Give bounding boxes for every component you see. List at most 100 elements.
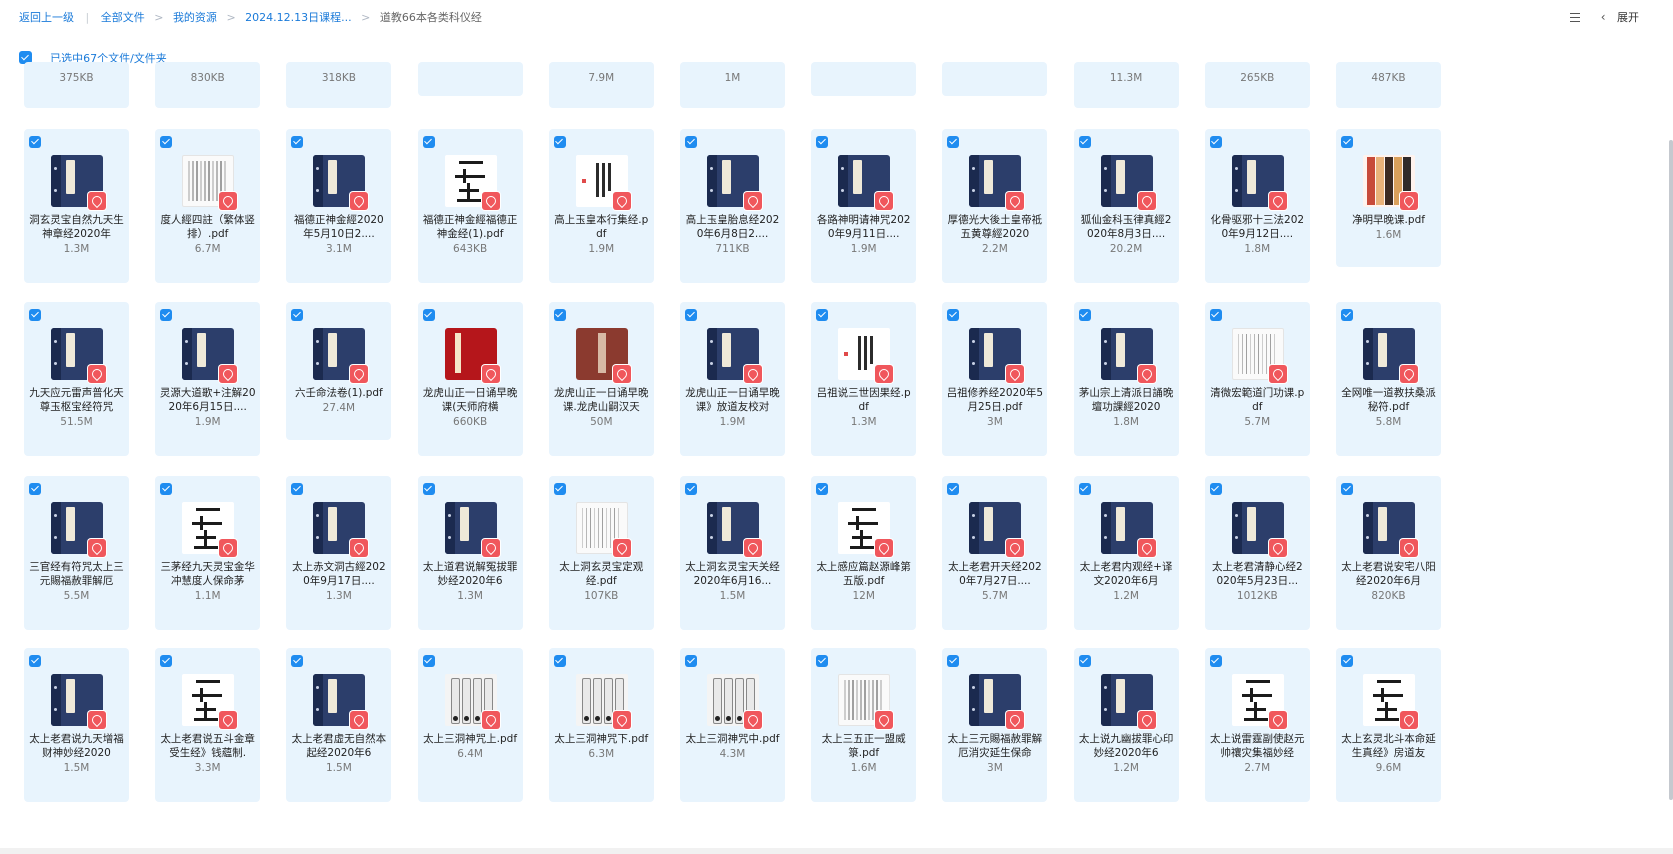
file-card-partial[interactable]: 7.9M: [548, 62, 654, 108]
file-checkbox[interactable]: [160, 655, 173, 667]
file-checkbox[interactable]: [816, 655, 829, 667]
file-card[interactable]: 太上玄灵北斗本命延生真经》房道友 9.6M: [1336, 648, 1441, 802]
file-card-partial[interactable]: [811, 62, 917, 96]
file-card[interactable]: 龙虎山正一日诵早晚课》放道友校对 1.9M: [680, 302, 785, 456]
file-card-partial[interactable]: 318KB: [286, 62, 392, 108]
file-checkbox[interactable]: [947, 483, 960, 495]
file-card[interactable]: 茅山宗上清派日誦晚壇功課經2020 1.8M: [1073, 302, 1179, 456]
file-card[interactable]: 龙虎山正一日诵早晚课.龙虎山嗣汉天 50M: [548, 302, 654, 456]
file-checkbox[interactable]: [291, 136, 304, 148]
file-card[interactable]: 太上三元賜福赦罪解厄消灾延生保命 3M: [942, 648, 1048, 802]
file-card-partial[interactable]: [942, 62, 1048, 96]
file-checkbox[interactable]: [947, 136, 960, 148]
file-card[interactable]: 三茅经九天灵宝金华冲慧度人保命茅 1.1M: [155, 476, 261, 630]
file-checkbox[interactable]: [685, 136, 697, 148]
file-checkbox[interactable]: [1341, 655, 1353, 667]
file-checkbox[interactable]: [1341, 136, 1353, 148]
file-card[interactable]: 太上三洞神咒中.pdf 4.3M: [680, 648, 785, 802]
file-checkbox[interactable]: [1078, 655, 1091, 667]
file-card[interactable]: 灵源大道歌+注解2020年6月15日.... 1.9M: [155, 302, 261, 456]
file-checkbox[interactable]: [160, 136, 173, 148]
file-checkbox[interactable]: [1078, 309, 1091, 321]
file-card[interactable]: 福德正神金經福德正神金经(1).pdf 643KB: [417, 129, 523, 283]
file-checkbox[interactable]: [422, 655, 435, 667]
file-card[interactable]: 三官经有符咒太上三元賜福赦罪解厄 5.5M: [24, 476, 129, 630]
file-card[interactable]: 净明早晚课.pdf 1.6M: [1336, 129, 1441, 267]
file-card-partial[interactable]: 1M: [680, 62, 785, 108]
file-card[interactable]: 厚德光大後土皇帝祗五黄尊經2020 2.2M: [942, 129, 1048, 283]
file-checkbox[interactable]: [685, 483, 697, 495]
file-card-partial[interactable]: 830KB: [155, 62, 261, 108]
file-checkbox[interactable]: [29, 136, 41, 148]
file-checkbox[interactable]: [816, 309, 829, 321]
file-checkbox[interactable]: [1209, 136, 1222, 148]
file-card[interactable]: 太上洞玄灵宝定观经.pdf 107KB: [548, 476, 654, 630]
file-checkbox[interactable]: [291, 483, 304, 495]
file-card[interactable]: 太上三五正一盟威箓.pdf 1.6M: [811, 648, 917, 802]
file-card[interactable]: 太上老君说五斗金章受生经》钱蘊制. 3.3M: [155, 648, 261, 802]
file-card[interactable]: 度人經四註（繁体竖排）.pdf 6.7M: [155, 129, 261, 283]
file-checkbox[interactable]: [553, 483, 566, 495]
file-checkbox[interactable]: [553, 655, 566, 667]
file-checkbox[interactable]: [1209, 309, 1222, 321]
file-checkbox[interactable]: [816, 136, 829, 148]
file-card[interactable]: 龙虎山正一日诵早晚课(天师府横 660KB: [417, 302, 523, 456]
file-card[interactable]: 清微宏範道门功课.pdf 5.7M: [1204, 302, 1310, 456]
file-checkbox[interactable]: [1209, 483, 1222, 495]
file-card-partial[interactable]: 375KB: [24, 62, 129, 108]
file-card[interactable]: 太上感应篇赵源峰第五版.pdf 12M: [811, 476, 917, 630]
file-checkbox[interactable]: [1078, 136, 1091, 148]
file-checkbox[interactable]: [422, 309, 435, 321]
file-card[interactable]: 太上老君清静心经2020年5月23日... 1012KB: [1204, 476, 1310, 630]
file-card[interactable]: 六壬命法卷(1).pdf 27.4M: [286, 302, 392, 440]
file-card[interactable]: 太上老君虛无自然本起经2020年6 1.5M: [286, 648, 392, 802]
file-card[interactable]: 高上玉皇胎息经2020年6月8日2.... 711KB: [680, 129, 785, 283]
file-card-partial[interactable]: 265KB: [1204, 62, 1310, 108]
file-checkbox[interactable]: [553, 136, 566, 148]
horizontal-scrollbar[interactable]: [0, 848, 1673, 854]
file-card[interactable]: 吕祖修养经2020年5月25日.pdf 3M: [942, 302, 1048, 456]
file-checkbox[interactable]: [947, 309, 960, 321]
file-checkbox[interactable]: [160, 483, 173, 495]
file-checkbox[interactable]: [29, 655, 41, 667]
file-checkbox[interactable]: [947, 655, 960, 667]
file-checkbox[interactable]: [422, 483, 435, 495]
file-checkbox[interactable]: [160, 309, 173, 321]
file-card-partial[interactable]: [417, 62, 523, 96]
file-card[interactable]: 太上洞玄灵宝天关经2020年6月16... 1.5M: [680, 476, 785, 630]
file-checkbox[interactable]: [685, 655, 697, 667]
file-card-partial[interactable]: 487KB: [1336, 62, 1441, 108]
file-checkbox[interactable]: [816, 483, 829, 495]
file-checkbox[interactable]: [1341, 309, 1353, 321]
file-card[interactable]: 洞玄灵宝自然九天生神章经2020年 1.3M: [24, 129, 129, 283]
file-card[interactable]: 吕祖说三世因果经.pdf 1.3M: [811, 302, 917, 456]
file-card[interactable]: 各路神明请神咒2020年9月11日.... 1.9M: [811, 129, 917, 283]
file-card[interactable]: 太上老君说安宅八阳经2020年6月 820KB: [1336, 476, 1441, 630]
file-card[interactable]: 狐仙金科玉律真經2020年8月3日.... 20.2M: [1073, 129, 1179, 283]
file-checkbox[interactable]: [1078, 483, 1091, 495]
file-checkbox[interactable]: [1209, 655, 1222, 667]
file-checkbox[interactable]: [29, 483, 41, 495]
file-card[interactable]: 太上说雷霆副使赵元帅禳灾集福妙经 2.7M: [1204, 648, 1310, 802]
file-card[interactable]: 高上玉皇本行集经.pdf 1.9M: [548, 129, 654, 283]
file-checkbox[interactable]: [29, 309, 41, 321]
file-checkbox[interactable]: [422, 136, 435, 148]
file-checkbox[interactable]: [685, 309, 697, 321]
file-card[interactable]: 福德正神金經2020年5月10日2.... 3.1M: [286, 129, 392, 283]
file-card[interactable]: 太上说九幽拔罪心印妙经2020年6 1.2M: [1073, 648, 1179, 802]
file-checkbox[interactable]: [1341, 483, 1353, 495]
file-card[interactable]: 全网唯一道教扶桑派秘符.pdf 5.8M: [1336, 302, 1441, 456]
file-card[interactable]: 太上三洞神咒下.pdf 6.3M: [548, 648, 654, 802]
file-card[interactable]: 太上老君内观经+译文2020年6月 1.2M: [1073, 476, 1179, 630]
file-checkbox[interactable]: [553, 309, 566, 321]
file-card[interactable]: 化骨驱邪十三法2020年9月12日.... 1.8M: [1204, 129, 1310, 283]
file-checkbox[interactable]: [291, 309, 304, 321]
file-card[interactable]: 太上三洞神咒上.pdf 6.4M: [417, 648, 523, 802]
file-card[interactable]: 太上老君说九天增福财神妙经2020 1.5M: [24, 648, 129, 802]
file-card[interactable]: 太上赤文洞古經2020年9月17日.... 1.3M: [286, 476, 392, 630]
file-checkbox[interactable]: [291, 655, 304, 667]
vertical-scrollbar[interactable]: [1669, 140, 1673, 800]
file-card-partial[interactable]: 11.3M: [1073, 62, 1179, 108]
file-card[interactable]: 九天应元雷声普化天尊玉枢宝经符咒 51.5M: [24, 302, 129, 456]
file-card[interactable]: 太上道君说解冤拔罪妙经2020年6 1.3M: [417, 476, 523, 630]
